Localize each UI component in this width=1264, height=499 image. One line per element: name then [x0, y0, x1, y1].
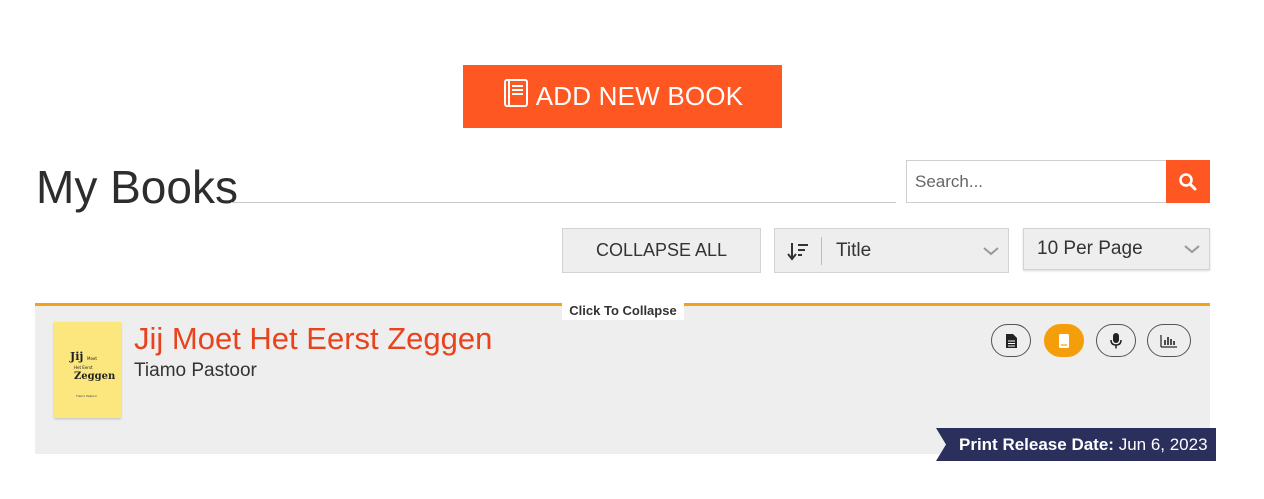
document-button[interactable]	[991, 324, 1031, 357]
microphone-icon	[1110, 332, 1122, 348]
cover-text-line: Moet	[87, 356, 97, 361]
click-to-collapse-tab[interactable]: Click To Collapse	[562, 300, 684, 320]
book-cover[interactable]: Jij Moet Het Eerst Zeggen Tiamo Pastoor	[54, 322, 121, 418]
search-icon	[1179, 172, 1197, 190]
sort-value: Title	[836, 239, 872, 261]
chevron-down-icon	[974, 245, 1008, 257]
stats-icon	[1160, 334, 1177, 348]
release-date-badge: Print Release Date: Jun 6, 2023	[936, 428, 1216, 461]
book-icon	[1059, 333, 1069, 348]
document-icon	[1006, 333, 1017, 348]
book-icon	[502, 78, 530, 115]
cover-text-line: Zeggen	[74, 371, 116, 382]
release-date-text: Print Release Date: Jun 6, 2023	[936, 435, 1208, 455]
sort-icon	[775, 228, 821, 273]
ebook-button[interactable]	[1044, 324, 1084, 357]
stats-button[interactable]	[1147, 324, 1191, 357]
cover-text-line: Jij	[69, 350, 83, 363]
book-author: Tiamo Pastoor	[134, 360, 257, 381]
title-underline	[231, 202, 896, 203]
cover-text-line: Het Eerst	[74, 365, 93, 370]
add-new-book-button[interactable]: ADD NEW BOOK	[463, 65, 782, 128]
add-new-book-label: ADD NEW BOOK	[535, 81, 744, 111]
book-title-link[interactable]: Jij Moet Het Eerst Zeggen	[134, 321, 492, 357]
per-page-select[interactable]: 10 Per Page	[1023, 228, 1210, 270]
chevron-down-icon	[1175, 243, 1209, 255]
per-page-value: 10 Per Page	[1037, 238, 1143, 259]
search-box	[906, 160, 1210, 203]
search-input[interactable]	[906, 160, 1166, 203]
sort-select[interactable]: Title	[774, 228, 1009, 273]
page-title: My Books	[36, 161, 238, 213]
cover-text-line: Tiamo Pastoor	[75, 394, 98, 398]
search-button[interactable]	[1166, 160, 1210, 203]
audiobook-button[interactable]	[1096, 324, 1136, 357]
release-date-value: Jun 6, 2023	[1118, 434, 1208, 454]
collapse-all-button[interactable]: COLLAPSE ALL	[562, 228, 761, 273]
release-date-label: Print Release Date:	[959, 434, 1114, 454]
page: ADD NEW BOOK My Books COLLAPSE ALL Title	[0, 0, 1264, 499]
